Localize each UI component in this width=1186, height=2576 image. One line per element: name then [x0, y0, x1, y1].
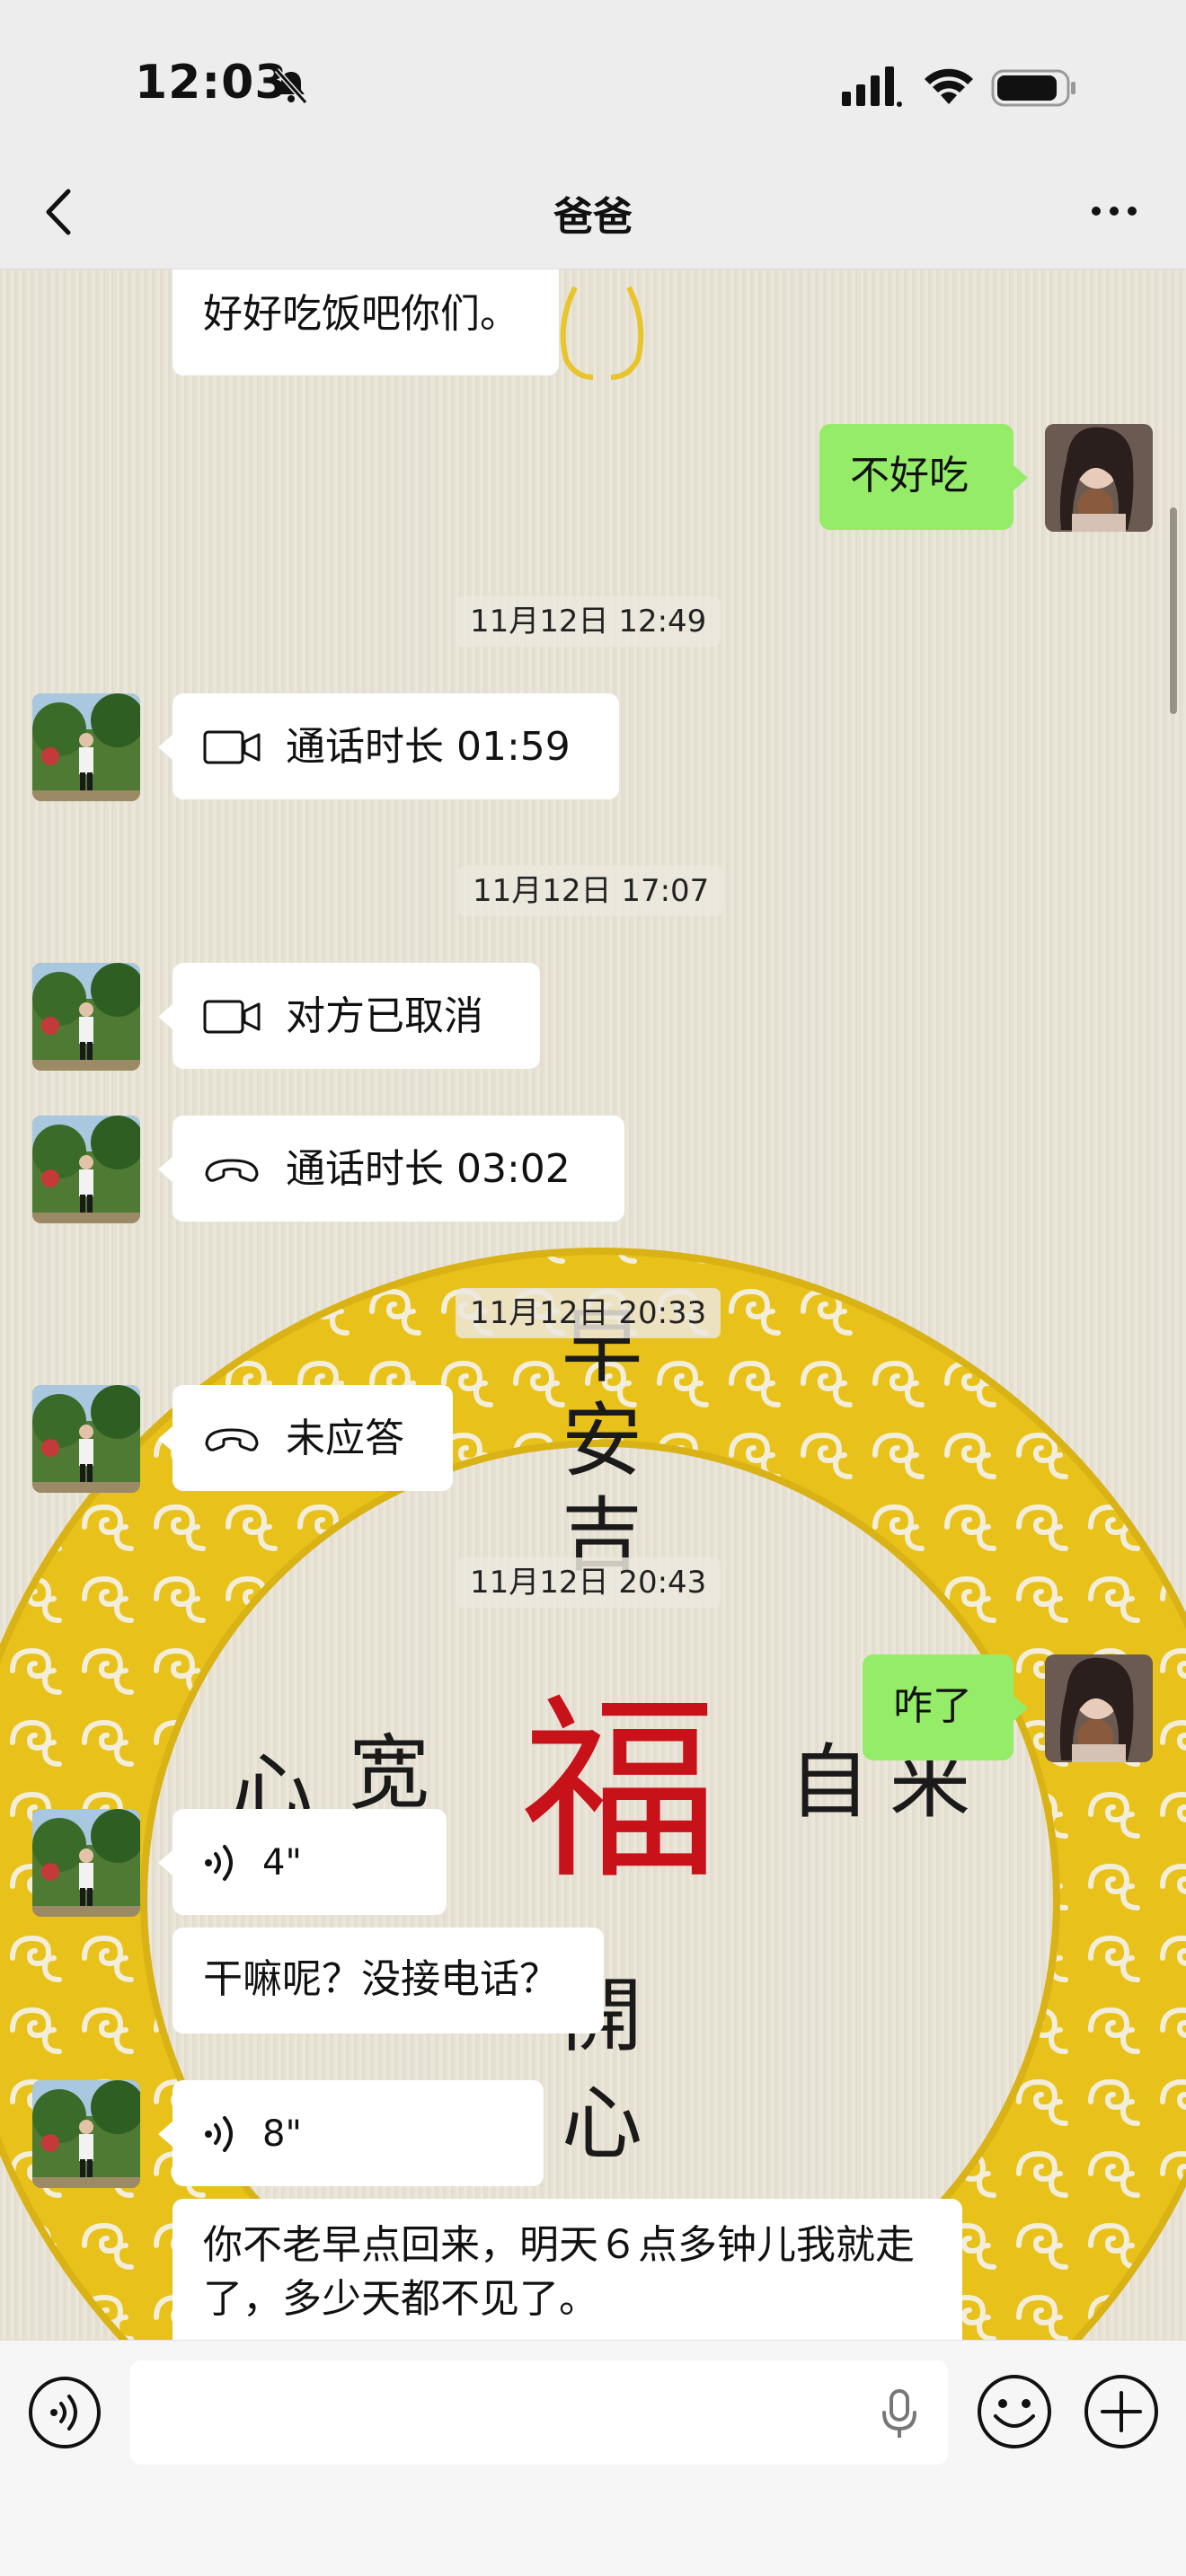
call-record-bubble[interactable]: 未应答: [173, 1385, 453, 1491]
contact-avatar[interactable]: [32, 1116, 140, 1223]
plus-icon[interactable]: [1083, 2373, 1160, 2450]
message-bubble-sent[interactable]: 咋了: [863, 1654, 1013, 1760]
call-record-bubble[interactable]: 通话时长 03:02: [173, 1116, 624, 1222]
wallpaper-char: 福: [521, 1676, 719, 1906]
message-input[interactable]: [130, 2360, 948, 2465]
voice-duration: 4": [262, 1842, 302, 1883]
self-avatar[interactable]: [1045, 1654, 1153, 1762]
wallpaper-char: 宽: [349, 1726, 429, 1821]
bubble-tail: [158, 735, 173, 760]
input-bar: [0, 2340, 1186, 2576]
message-text: 不好吃: [850, 453, 969, 498]
voice-duration: 8": [262, 2113, 302, 2155]
voice-wave-icon: [203, 1843, 239, 1883]
bubble-tail: [1013, 465, 1028, 490]
message-timestamp: 11月12日 17:07: [458, 866, 724, 916]
message-text: 好好吃饭吧你们。: [203, 291, 519, 337]
wifi-icon: [925, 68, 973, 104]
bubble-tail: [158, 2122, 173, 2147]
bell-mute-icon: [274, 68, 308, 104]
voice-wave-icon: [203, 2114, 239, 2154]
voice-message-bubble[interactable]: 8": [173, 2080, 544, 2186]
message-text: 咋了: [893, 1683, 972, 1729]
call-duration-text: 通话时长 03:02: [286, 1146, 571, 1192]
bubble-tail: [158, 1426, 173, 1451]
call-status-text: 对方已取消: [286, 993, 483, 1039]
battery-icon: [991, 69, 1075, 107]
wallpaper-char: 安: [562, 1394, 642, 1488]
bubble-tail: [158, 1850, 173, 1875]
video-call-icon: [203, 999, 261, 1035]
message-timestamp: 11月12日 12:49: [456, 596, 721, 647]
phone-call-icon: [203, 1421, 261, 1457]
bubble-tail: [158, 1157, 173, 1182]
phone-call-icon: [203, 1151, 261, 1187]
voice-message-bubble[interactable]: 4": [173, 1809, 447, 1915]
message-bubble-received[interactable]: 干嘛呢？没接电话？: [173, 1928, 604, 2033]
contact-avatar[interactable]: [32, 963, 140, 1071]
message-bubble-received[interactable]: 你不老早点回来，明天６点多钟儿我就走了，多少天都不见了。: [173, 2199, 962, 2340]
message-bubble-sent[interactable]: 不好吃: [819, 424, 1013, 530]
status-bar: 12:03: [0, 0, 1186, 157]
wallpaper-char: 心: [562, 2077, 642, 2171]
chat-title: 爸爸: [553, 194, 633, 240]
chat-area[interactable]: 早 安 吉 心 宽 自 来 開 心 福 好好吃饭吧你们。 不好吃 11月12日 …: [0, 269, 1186, 2340]
call-record-bubble[interactable]: 通话时长 01:59: [173, 693, 619, 799]
voice-mode-icon[interactable]: [27, 2375, 102, 2450]
nav-bar: 爸爸: [0, 157, 1186, 269]
bubble-tail: [1013, 1696, 1028, 1721]
call-status-text: 未应答: [286, 1416, 404, 1461]
contact-avatar[interactable]: [32, 2080, 140, 2188]
message-timestamp: 11月12日 20:33: [456, 1288, 721, 1338]
scrollbar[interactable]: [1170, 507, 1177, 714]
call-record-bubble[interactable]: 对方已取消: [173, 963, 540, 1069]
message-bubble-received[interactable]: 好好吃饭吧你们。: [173, 269, 559, 375]
message-text: 你不老早点回来，明天６点多钟儿我就走了，多少天都不见了。: [203, 2222, 915, 2322]
message-timestamp: 11月12日 20:43: [456, 1557, 721, 1608]
bubble-tail: [158, 1004, 173, 1029]
signal-icon: [842, 66, 902, 107]
call-duration-text: 通话时长 01:59: [286, 724, 571, 770]
wallpaper-char: 自: [789, 1735, 870, 1830]
contact-avatar[interactable]: [32, 693, 140, 801]
more-icon[interactable]: [1087, 193, 1141, 229]
emoji-icon[interactable]: [976, 2373, 1053, 2450]
microphone-icon[interactable]: [877, 2387, 922, 2441]
contact-avatar[interactable]: [32, 1809, 140, 1917]
message-text: 干嘛呢？没接电话？: [203, 1956, 559, 2002]
self-avatar[interactable]: [1045, 424, 1153, 532]
video-call-icon: [203, 729, 261, 765]
contact-avatar[interactable]: [32, 1385, 140, 1493]
status-time: 12:03: [135, 56, 288, 110]
